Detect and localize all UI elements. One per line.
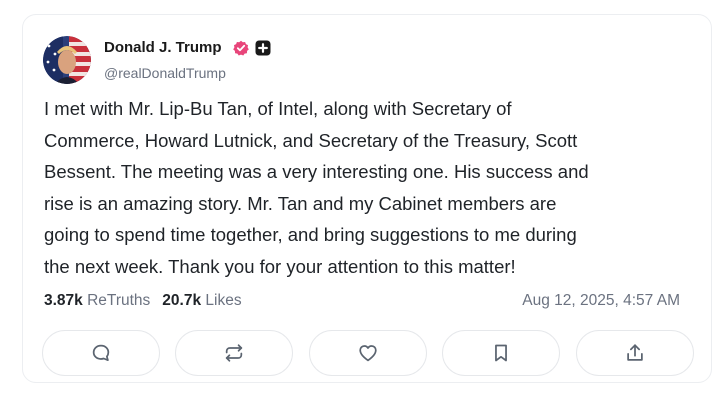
- post-body-line: Commerce, Howard Lutnick, and Secretary …: [44, 129, 578, 151]
- like-button[interactable]: [309, 330, 427, 376]
- post-actions: [42, 330, 694, 376]
- plus-badge-icon: [255, 40, 271, 56]
- truth-post-card: Donald J. Trump @realDonaldTrump I met w…: [22, 14, 712, 383]
- author-handle[interactable]: @realDonaldTrump: [104, 64, 226, 82]
- verified-check-icon: [233, 40, 249, 56]
- comment-icon: [92, 344, 110, 362]
- share-button[interactable]: [576, 330, 694, 376]
- author-avatar[interactable]: [43, 36, 91, 84]
- retruths-count[interactable]: 3.87k: [44, 292, 83, 309]
- heart-icon: [359, 345, 377, 362]
- post-body-line: I met with Mr. Lip-Bu Tan, of Intel, alo…: [44, 98, 512, 119]
- post-body-line: rise is an amazing story. Mr. Tan and my…: [44, 192, 557, 214]
- post-body-line: going to spend time together, and bring …: [44, 224, 577, 245]
- post-body: I met with Mr. Lip-Bu Tan, of Intel, alo…: [44, 93, 694, 282]
- likes-label[interactable]: Likes: [205, 292, 241, 309]
- share-icon: [627, 344, 643, 361]
- retruth-button[interactable]: [175, 330, 293, 376]
- reply-button[interactable]: [42, 330, 160, 376]
- post-timestamp[interactable]: Aug 12, 2025, 4:57 AM: [522, 292, 680, 310]
- likes-count[interactable]: 20.7k: [162, 292, 201, 309]
- author-display-name[interactable]: Donald J. Trump: [104, 39, 222, 57]
- repost-icon: [225, 344, 243, 362]
- bookmark-icon: [495, 344, 507, 362]
- bookmark-button[interactable]: [442, 330, 560, 376]
- retruths-label[interactable]: ReTruths: [87, 292, 150, 309]
- post-body-line: Bessent. The meeting was a very interest…: [44, 161, 589, 182]
- post-body-line: the next week. Thank you for your attent…: [44, 255, 516, 277]
- post-stats: 3.87k ReTruths 20.7k Likes: [44, 292, 242, 310]
